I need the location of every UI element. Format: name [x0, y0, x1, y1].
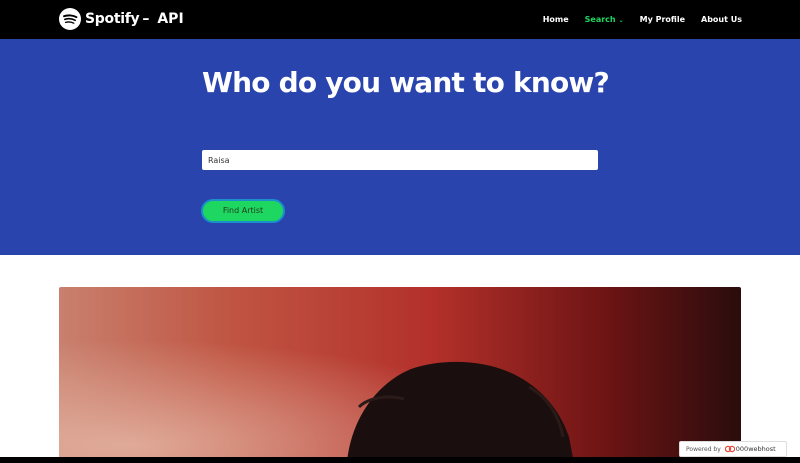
brand-name: Spotify — [85, 11, 140, 27]
nav-item-about-us[interactable]: About Us — [701, 15, 742, 24]
hosting-badge[interactable]: Powered by 000webhost — [679, 441, 787, 457]
page-title: Who do you want to know? — [202, 66, 610, 99]
artist-image — [59, 287, 741, 463]
artist-search-input[interactable] — [202, 150, 598, 170]
000webhost-logo-icon — [724, 445, 735, 453]
navbar: Spotify – API Home Search ⌄ My Profile Ab… — [0, 0, 800, 39]
badge-prefix: Powered by — [686, 445, 721, 453]
nav-menu: Home Search ⌄ My Profile About Us — [527, 0, 742, 39]
brand-separator: – — [142, 11, 150, 27]
nav-item-search[interactable]: Search ⌄ — [585, 15, 624, 24]
nav-item-my-profile[interactable]: My Profile — [640, 15, 685, 24]
spotify-logo-icon — [59, 8, 81, 30]
brand-logo-link[interactable]: Spotify – API — [59, 8, 184, 30]
search-hero: Who do you want to know? Find Artist — [0, 39, 800, 255]
bottom-bar — [0, 457, 800, 463]
badge-brand: 000webhost — [735, 445, 776, 453]
nav-item-home[interactable]: Home — [543, 15, 569, 24]
brand-suffix: API — [157, 11, 184, 27]
nav-item-search-label: Search — [584, 15, 616, 24]
find-artist-button[interactable]: Find Artist — [201, 199, 285, 223]
chevron-down-icon: ⌄ — [618, 17, 624, 24]
